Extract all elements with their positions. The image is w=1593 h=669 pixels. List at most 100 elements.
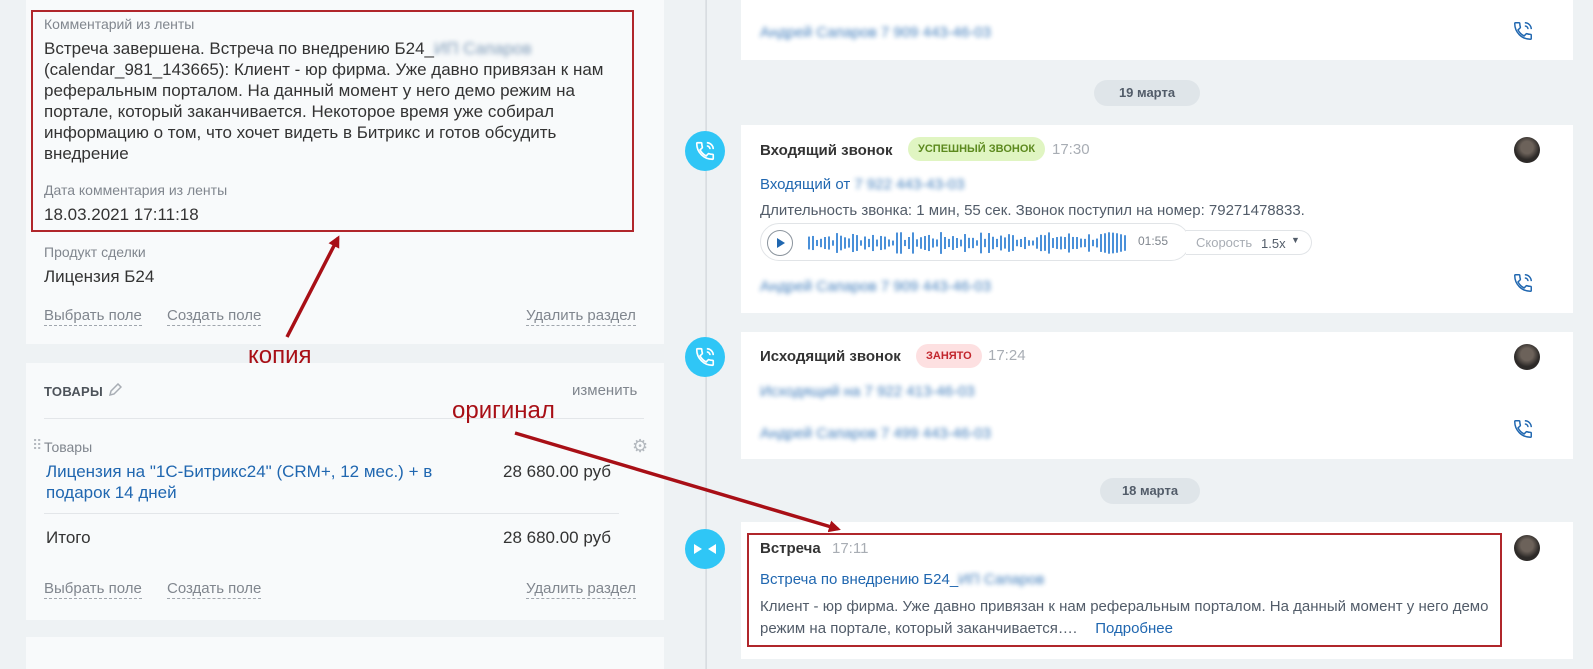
waveform-bar <box>880 235 882 251</box>
play-button[interactable] <box>767 230 793 256</box>
create-field-link-2[interactable]: Создать поле <box>167 580 262 599</box>
waveform-bar <box>1052 238 1054 248</box>
waveform-bar <box>808 236 810 250</box>
waveform-bar <box>1056 237 1058 249</box>
goods-item-link[interactable]: Лицензия на "1С-Битрикс24" (CRM+, 12 мес… <box>46 461 476 503</box>
waveform-bar <box>1020 238 1022 248</box>
create-field-link[interactable]: Создать поле <box>167 307 262 326</box>
waveform-bar <box>1104 233 1106 253</box>
waveform-bar <box>992 236 994 250</box>
select-field-link[interactable]: Выбрать поле <box>44 307 142 326</box>
waveform-bar <box>1112 232 1114 254</box>
product-value: Лицензия Б24 <box>44 267 155 286</box>
phone-icon[interactable] <box>1512 20 1534 42</box>
waveform-bar <box>1032 240 1034 246</box>
delete-section-link[interactable]: Удалить раздел <box>526 307 636 326</box>
meeting-icon <box>685 529 725 569</box>
status-badge: УСПЕШНЫЙ ЗВОНОК <box>908 137 1046 161</box>
waveform-bar <box>1092 239 1094 247</box>
waveform-bar <box>896 232 898 254</box>
waveform-bar <box>964 234 966 252</box>
incoming-call-card: Входящий звонок УСПЕШНЫЙ ЗВОНОК 17:30 Вх… <box>741 125 1573 313</box>
waveform-bar <box>960 239 962 247</box>
date-separator: 18 марта <box>1100 478 1200 504</box>
left-panel: Комментарий из ленты Встреча завершена. … <box>0 0 705 669</box>
select-field-link-2[interactable]: Выбрать поле <box>44 580 142 599</box>
call-line-blurred[interactable]: Исходящий на 7 922 413-46-03 <box>760 383 975 400</box>
waveform-bar <box>1012 235 1014 251</box>
status-badge: ЗАНЯТО <box>916 344 982 368</box>
waveform-bar <box>1084 238 1086 248</box>
waveform-bar <box>912 232 914 254</box>
waveform-bar <box>1028 240 1030 246</box>
speed-control[interactable]: Скорость 1.5x ▼ <box>1186 230 1312 255</box>
waveform-bar <box>1048 232 1050 254</box>
feed-date-value: 18.03.2021 17:11:18 <box>44 205 199 224</box>
next-card <box>26 637 664 669</box>
waveform-bar <box>1088 234 1090 252</box>
speed-label: Скорость <box>1196 235 1253 250</box>
waveform-bar <box>900 232 902 254</box>
waveform-bar <box>1064 237 1066 249</box>
waveform-bar <box>872 234 874 252</box>
waveform-bar <box>1108 232 1110 254</box>
drag-handle-icon[interactable]: ⠿ <box>32 437 42 454</box>
avatar[interactable] <box>1514 535 1540 561</box>
waveform-bar <box>972 237 974 249</box>
goods-change-link[interactable]: изменить <box>572 382 637 399</box>
total-value: 28 680.00 руб <box>503 528 612 547</box>
meeting-link-blurred[interactable]: ИП Сапаров <box>958 571 1044 588</box>
call-title: Входящий звонок <box>760 142 893 159</box>
meeting-card: Встреча 17:11 Встреча по внедрению Б24_И… <box>741 522 1573 659</box>
contact-blurred[interactable]: Андрей Сапаров 7 909 443-46-03 <box>760 278 991 295</box>
call-from-label[interactable]: Входящий от <box>760 176 850 193</box>
date-separator: 19 марта <box>1094 80 1200 106</box>
phone-icon[interactable] <box>1512 272 1534 294</box>
waveform-bar <box>956 238 958 248</box>
more-link[interactable]: Подробнее <box>1095 620 1173 637</box>
phone-icon[interactable] <box>1512 418 1534 440</box>
speed-value[interactable]: 1.5x <box>1261 236 1286 251</box>
waveform-bar <box>980 232 982 254</box>
waveform-bar <box>884 236 886 250</box>
avatar[interactable] <box>1514 344 1540 370</box>
waveform-bar <box>1116 233 1118 253</box>
timeline-card-top: Андрей Сапаров 7 909 443-46-03 <box>741 0 1573 60</box>
feed-comment-label: Комментарий из ленты <box>44 16 195 32</box>
chevron-down-icon: ▼ <box>1291 235 1300 245</box>
waveform-bar <box>940 232 942 254</box>
goods-item-price: 28 680.00 руб <box>503 462 612 481</box>
meeting-link[interactable]: Встреча по внедрению Б24_ИП Сапаров <box>760 571 1044 588</box>
waveform-bar <box>996 238 998 248</box>
contact-blurred[interactable]: Андрей Сапаров 7 499 443-46-03 <box>760 425 991 442</box>
pencil-icon[interactable] <box>108 382 123 397</box>
waveform-bar <box>840 235 842 251</box>
feed-comment-text-part1: Встреча завершена. Встреча по внедрению … <box>44 39 434 58</box>
waveform-bar <box>1096 238 1098 248</box>
waveform-bar <box>888 239 890 247</box>
waveform-bar <box>1080 238 1082 248</box>
feed-comment-blurred: ИП Сапаров <box>433 39 532 58</box>
waveform-bar <box>908 237 910 249</box>
gear-icon[interactable]: ⚙ <box>632 437 648 455</box>
call-type-icon <box>685 131 725 171</box>
waveform-bar <box>1000 235 1002 251</box>
waveform-bar <box>1060 236 1062 250</box>
meeting-link-text[interactable]: Встреча по внедрению Б24_ <box>760 571 958 588</box>
avatar[interactable] <box>1514 137 1540 163</box>
waveform[interactable] <box>808 231 1128 255</box>
delete-section-link-2[interactable]: Удалить раздел <box>526 580 636 599</box>
waveform-bar <box>844 237 846 249</box>
waveform-bar <box>892 240 894 246</box>
waveform-bar <box>836 233 838 253</box>
contact-blurred[interactable]: Андрей Сапаров 7 909 443-46-03 <box>760 24 991 41</box>
call-from-number[interactable]: 7 922 443-43-03 <box>854 176 964 193</box>
waveform-bar <box>848 238 850 248</box>
waveform-bar <box>1008 234 1010 252</box>
call-type-icon <box>685 337 725 377</box>
goods-card: ТОВАРЫ изменить ⠿ Товары ⚙ Лицензия на "… <box>26 363 664 620</box>
waveform-bar <box>1120 234 1122 252</box>
waveform-bar <box>928 234 930 252</box>
waveform-bar <box>1076 237 1078 249</box>
copy-annotation: копия <box>248 342 312 369</box>
